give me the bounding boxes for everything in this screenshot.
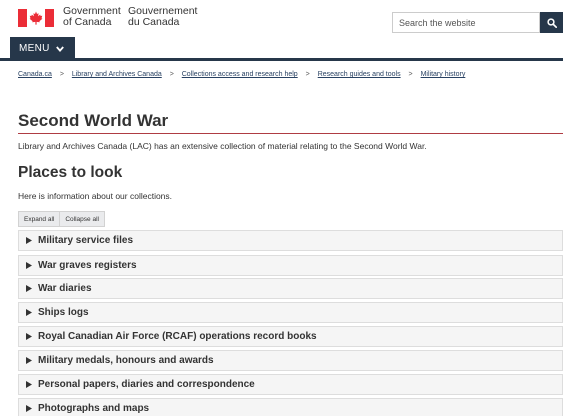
title-divider: [18, 133, 563, 134]
page-title: Second World War: [18, 111, 169, 130]
section-heading: Places to look: [18, 164, 123, 181]
accordion-label: Photographs and maps: [38, 403, 150, 414]
menu-button[interactable]: MENU: [10, 37, 75, 60]
accordion-item-photographs-and-maps[interactable]: Photographs and maps: [18, 398, 563, 416]
wordmark-french: Gouvernement du Canada: [128, 6, 197, 28]
breadcrumb-link-collections[interactable]: Collections access and research help: [182, 71, 298, 78]
section-info-text: Here is information about our collection…: [18, 191, 173, 201]
canada-flag-logo[interactable]: [18, 9, 54, 27]
accordion-item-war-graves-registers[interactable]: War graves registers: [18, 255, 563, 276]
search-input[interactable]: [392, 12, 540, 33]
accordion-item-military-medals[interactable]: Military medals, honours and awards: [18, 350, 563, 371]
wordmark-english: Government of Canada: [63, 6, 121, 28]
accordion-label: Military medals, honours and awards: [38, 355, 214, 366]
breadcrumb-link-canada[interactable]: Canada.ca: [18, 71, 52, 78]
intro-text: Library and Archives Canada (LAC) has an…: [18, 141, 427, 151]
site-header: Government of Canada Gouvernement du Can…: [0, 0, 563, 37]
breadcrumb-link-military-history[interactable]: Military history: [421, 71, 466, 78]
maple-leaf-icon: [27, 9, 45, 27]
accordion-label: War diaries: [38, 283, 92, 294]
triangle-right-icon: [26, 237, 32, 244]
accordion-item-war-diaries[interactable]: War diaries: [18, 278, 563, 299]
wordmark-en-line2: of Canada: [63, 16, 112, 28]
accordion-label: War graves registers: [38, 260, 137, 271]
expand-collapse-controls: Expand all Collapse all: [18, 211, 105, 227]
expand-all-button[interactable]: Expand all: [18, 211, 61, 227]
flag-bar-left: [18, 9, 27, 27]
breadcrumb-separator: >: [408, 71, 413, 78]
accordion-label: Military service files: [38, 235, 134, 246]
chevron-down-icon: [55, 45, 64, 52]
menu-label: MENU: [19, 43, 50, 54]
triangle-right-icon: [26, 262, 32, 269]
triangle-right-icon: [26, 405, 32, 412]
triangle-right-icon: [26, 309, 32, 316]
accordion-item-personal-papers[interactable]: Personal papers, diaries and corresponde…: [18, 374, 563, 395]
search-icon: [546, 17, 557, 28]
triangle-right-icon: [26, 333, 32, 340]
breadcrumb-separator: >: [59, 71, 64, 78]
menu-bar: MENU: [0, 37, 563, 61]
breadcrumb-link-lac[interactable]: Library and Archives Canada: [72, 71, 162, 78]
flag-bar-right: [45, 9, 54, 27]
breadcrumb: Canada.ca > Library and Archives Canada …: [18, 71, 465, 78]
accordion-item-rcaf-operations-record-books[interactable]: Royal Canadian Air Force (RCAF) operatio…: [18, 326, 563, 347]
triangle-right-icon: [26, 357, 32, 364]
accordion-label: Ships logs: [38, 307, 89, 318]
collapse-all-button[interactable]: Collapse all: [60, 211, 105, 227]
breadcrumb-link-research-guides[interactable]: Research guides and tools: [318, 71, 401, 78]
breadcrumb-separator: >: [305, 71, 310, 78]
accordion-label: Royal Canadian Air Force (RCAF) operatio…: [38, 331, 317, 342]
search-button[interactable]: [540, 12, 563, 33]
accordion-item-military-service-files[interactable]: Military service files: [18, 230, 563, 251]
accordion-item-ships-logs[interactable]: Ships logs: [18, 302, 563, 323]
accordion-label: Personal papers, diaries and corresponde…: [38, 379, 255, 390]
breadcrumb-separator: >: [169, 71, 174, 78]
triangle-right-icon: [26, 381, 32, 388]
wordmark-fr-line2: du Canada: [128, 16, 180, 28]
triangle-right-icon: [26, 285, 32, 292]
